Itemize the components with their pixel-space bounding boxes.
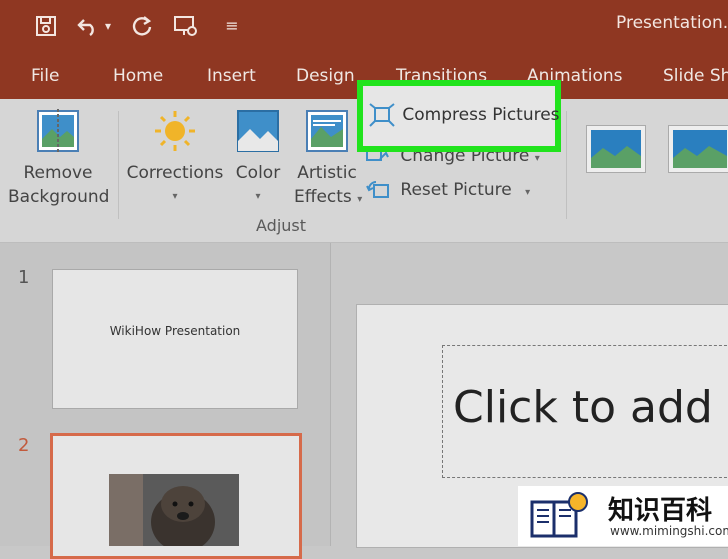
watermark-logo: 知识百科 www.mimingshi.com (518, 486, 728, 546)
reset-picture-caret-icon: ▾ (525, 187, 531, 198)
undo-icon[interactable] (74, 12, 102, 40)
remove-background-icon (37, 109, 79, 153)
tab-file[interactable]: File (31, 66, 59, 86)
book-bulb-icon (530, 492, 588, 538)
undo-dropdown-icon[interactable]: ▾ (100, 12, 116, 40)
customize-qat-icon[interactable]: ≡ (218, 12, 246, 40)
title-bar: ▾ ≡ Presentation.p (0, 0, 728, 54)
reset-picture-label: Reset Picture (400, 180, 512, 200)
artistic-effects-icon (306, 110, 348, 152)
remove-background-label-1: Remove (23, 163, 93, 183)
artistic-effects-label-1: Artistic (297, 163, 357, 183)
adjust-group-label: Adjust (256, 216, 307, 235)
tab-design[interactable]: Design (296, 66, 355, 86)
corrections-button[interactable]: Corrections ▾ (126, 109, 224, 209)
redo-icon[interactable] (128, 12, 156, 40)
artistic-effects-caret-icon: ▾ (357, 194, 363, 205)
save-icon[interactable] (32, 12, 60, 40)
color-caret-icon: ▾ (255, 191, 261, 202)
compress-pictures-highlight: Compress Pictures (357, 80, 561, 152)
compress-pictures-label: Compress Pictures (402, 105, 560, 125)
color-button[interactable]: Color ▾ (232, 109, 284, 209)
reset-picture-icon (366, 181, 389, 198)
corrections-sun-icon (155, 111, 195, 151)
color-picture-icon (237, 110, 279, 152)
artistic-effects-label-2: Effects (294, 187, 352, 207)
ribbon-divider (566, 111, 567, 219)
present-icon[interactable] (172, 12, 200, 40)
picture-style-thumb[interactable] (668, 125, 728, 173)
ribbon-divider (118, 111, 119, 219)
corrections-caret-icon: ▾ (172, 191, 178, 202)
slide-number: 1 (18, 267, 30, 288)
artistic-effects-button[interactable]: Artistic Effects ▾ (294, 109, 363, 212)
slide-1-title: WikiHow Presentation (109, 324, 241, 338)
tab-insert[interactable]: Insert (207, 66, 256, 86)
compress-pictures-icon (369, 103, 395, 127)
compress-pictures-button[interactable]: Compress Pictures (369, 103, 560, 127)
color-label: Color (235, 163, 281, 183)
slides-pane: 1 WikiHow Presentation 2 (0, 243, 331, 559)
change-picture-caret-icon: ▾ (534, 153, 540, 164)
slide-thumbnail-2[interactable] (50, 433, 302, 559)
remove-background-label-2: Background (8, 187, 110, 207)
dog-photo-thumbnail (109, 474, 239, 546)
title-placeholder-text: Click to add (453, 382, 713, 433)
slide-number: 2 (18, 435, 30, 456)
tab-home[interactable]: Home (113, 66, 163, 86)
reset-picture-button[interactable]: Reset Picture ▾ (366, 179, 530, 205)
tab-slide-show[interactable]: Slide Sh (663, 66, 728, 86)
window-title: Presentation.p (616, 13, 728, 33)
picture-style-thumb[interactable] (586, 125, 646, 173)
title-placeholder[interactable]: Click to add (442, 345, 728, 478)
corrections-label: Corrections (126, 163, 224, 183)
watermark-title: 知识百科 (608, 496, 713, 526)
remove-background-button[interactable]: Remove Background (8, 109, 110, 209)
slide-thumbnail-1[interactable]: WikiHow Presentation (52, 269, 298, 409)
watermark-url: www.mimingshi.com (610, 524, 728, 538)
